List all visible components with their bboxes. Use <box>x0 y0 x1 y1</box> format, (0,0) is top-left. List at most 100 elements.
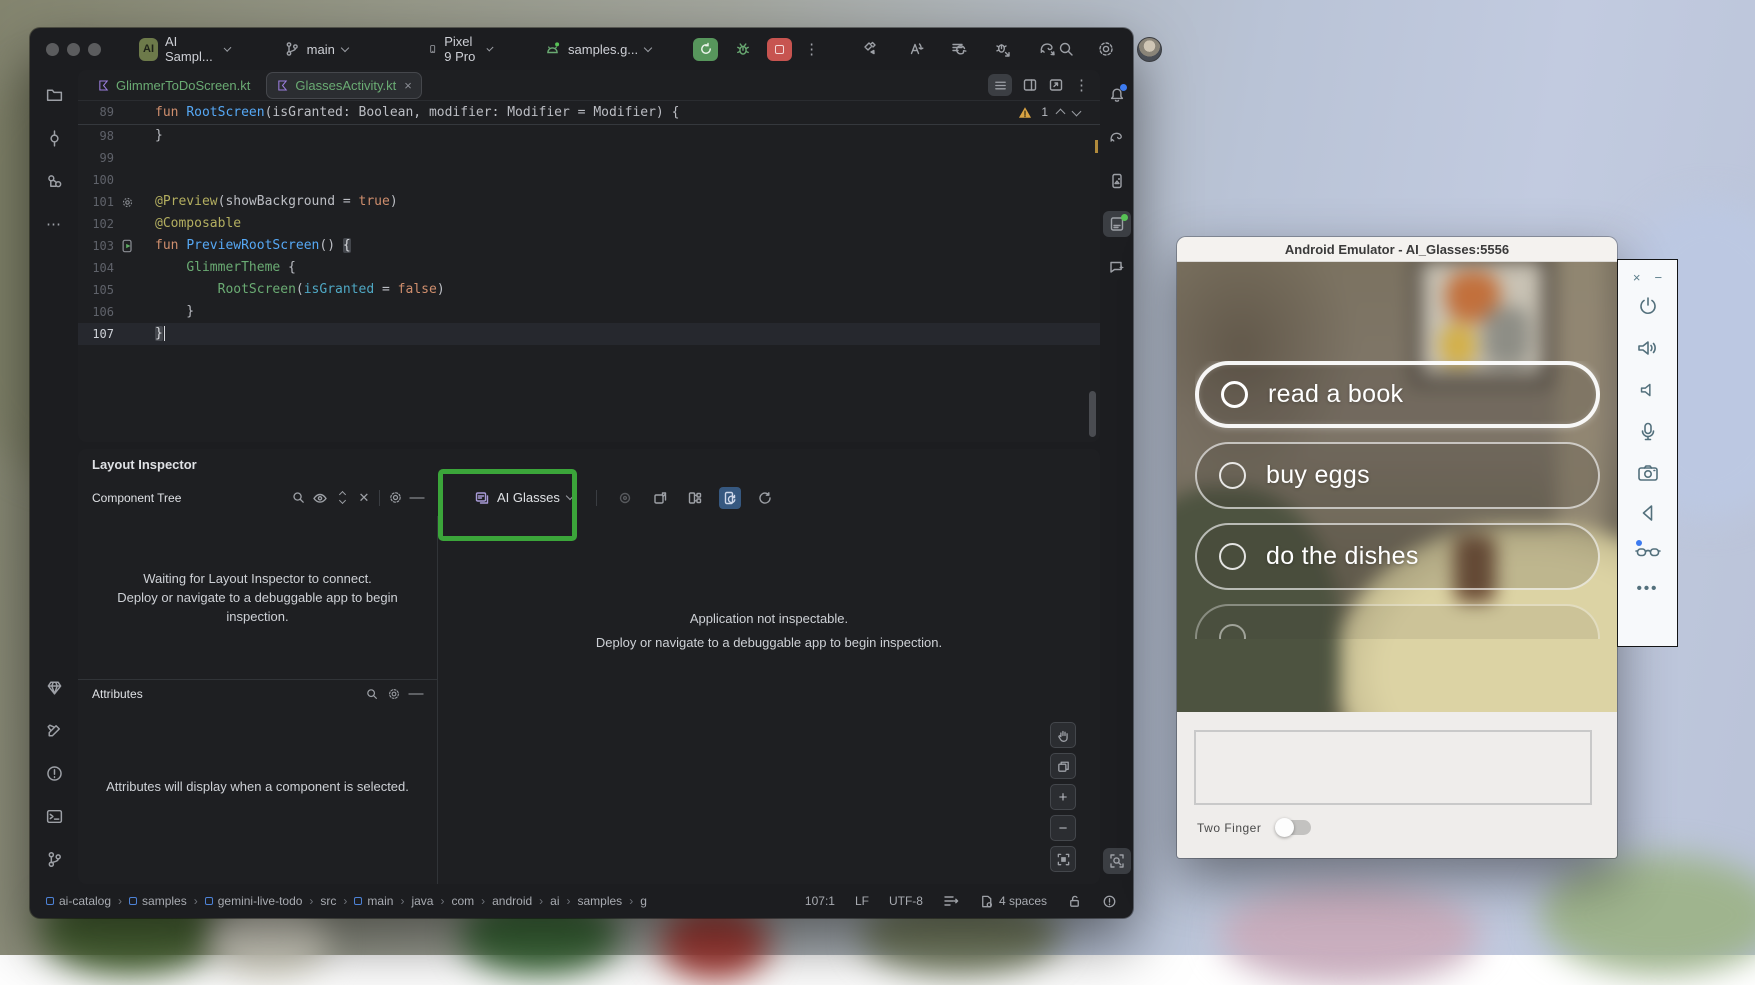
gradle-sync-icon[interactable] <box>1038 40 1057 58</box>
expand-collapse-icon[interactable] <box>331 487 353 509</box>
todo-radio-icon[interactable] <box>1219 543 1246 570</box>
apply-code-changes-icon[interactable] <box>950 40 968 58</box>
todo-item[interactable]: read a book <box>1195 361 1600 428</box>
code-editor[interactable]: 89fun RootScreen(isGranted: Boolean, mod… <box>78 101 1100 442</box>
build-tool-icon[interactable] <box>40 717 68 743</box>
tab-close-icon[interactable]: × <box>404 78 412 93</box>
attributes-hide-icon[interactable]: — <box>405 683 427 705</box>
code-line-89[interactable]: 89fun RootScreen(isGranted: Boolean, mod… <box>78 101 1100 125</box>
commit-tool-icon[interactable] <box>40 125 68 151</box>
code-line-101[interactable]: 101@Preview(showBackground = true) <box>78 191 1100 213</box>
todo-radio-icon[interactable] <box>1221 381 1248 408</box>
file-lock-icon[interactable] <box>1067 894 1082 909</box>
caret-position[interactable]: 107:1 <box>805 894 835 908</box>
volume-down-icon[interactable] <box>1636 378 1660 402</box>
tree-settings-gear-icon[interactable] <box>384 487 406 509</box>
code-line-104[interactable]: 104 GlimmerTheme { <box>78 257 1100 279</box>
code-line-103[interactable]: 103fun PreviewRootScreen() { <box>78 235 1100 257</box>
breadcrumb-ai-catalog[interactable]: ai-catalog <box>46 894 111 908</box>
stop-button[interactable] <box>767 38 792 61</box>
code-line-107[interactable]: 107} <box>78 323 1100 345</box>
code-line-105[interactable]: 105 RootScreen(isGranted = false) <box>78 279 1100 301</box>
more-controls-icon[interactable]: ••• <box>1637 580 1659 597</box>
breadcrumb-samples[interactable]: samples <box>129 894 187 908</box>
search-everywhere-icon[interactable] <box>1057 40 1075 58</box>
build-hammer-icon[interactable] <box>862 40 880 58</box>
rerun-button[interactable] <box>693 38 718 61</box>
problems-tool-icon[interactable] <box>40 760 68 786</box>
problems-indicator-icon[interactable] <box>1102 894 1117 909</box>
inspect-disabled-icon[interactable] <box>614 487 636 509</box>
indent-size[interactable]: 4 spaces <box>979 894 1047 909</box>
emulator-minimize-icon[interactable]: − <box>1655 270 1663 285</box>
hide-panel-icon[interactable]: — <box>406 487 428 509</box>
code-line-100[interactable]: 100 <box>78 169 1100 191</box>
breadcrumb-src[interactable]: src <box>320 894 336 908</box>
apply-changes-icon[interactable] <box>906 40 924 58</box>
snapshot-export-icon[interactable] <box>649 487 671 509</box>
smart-glasses-icon[interactable] <box>1635 542 1661 562</box>
tab-GlassesActivity.kt[interactable]: GlassesActivity.kt× <box>267 73 420 98</box>
device-selector[interactable]: Pixel 9 Pro <box>428 34 492 64</box>
run-options-kebab-icon[interactable]: ⋮ <box>804 40 820 58</box>
gemini-tool-icon[interactable] <box>1103 254 1131 280</box>
dependencies-tool-icon[interactable] <box>40 674 68 700</box>
running-devices-tool-icon[interactable] <box>1103 211 1131 237</box>
project-selector[interactable]: AI AI Sampl... <box>139 34 230 64</box>
todo-item[interactable]: buy eggs <box>1195 442 1600 509</box>
structure-tool-icon[interactable] <box>40 168 68 194</box>
branch-selector[interactable]: main <box>284 41 348 57</box>
settings-gear-icon[interactable] <box>1097 40 1115 58</box>
run-config-selector[interactable]: samples.g... <box>544 41 651 57</box>
gradle-tool-icon[interactable] <box>1103 125 1131 151</box>
tab-options-kebab-icon[interactable]: ⋮ <box>1074 76 1090 94</box>
debug-button[interactable] <box>730 38 755 61</box>
profile-avatar[interactable] <box>1137 37 1162 62</box>
zoom-out-icon[interactable]: − <box>1050 815 1076 841</box>
next-problem-icon[interactable] <box>1072 106 1082 116</box>
breadcrumb-gemini-live-todo[interactable]: gemini-live-todo <box>205 894 303 908</box>
line-separator[interactable]: LF <box>855 894 869 908</box>
gear-gutter-icon[interactable] <box>114 191 140 213</box>
attributes-gear-icon[interactable] <box>383 683 405 705</box>
version-control-tool-icon[interactable] <box>40 846 68 872</box>
terminal-tool-icon[interactable] <box>40 803 68 829</box>
run-gutter-icon[interactable] <box>114 235 140 257</box>
split-editor-icon[interactable] <box>1022 77 1038 93</box>
file-encoding[interactable]: UTF-8 <box>889 894 923 908</box>
detach-editor-icon[interactable] <box>1048 77 1064 93</box>
collapse-all-icon[interactable]: ✕ <box>353 487 375 509</box>
back-icon[interactable] <box>1637 502 1659 524</box>
two-finger-toggle[interactable] <box>1277 820 1311 835</box>
tab-GlimmerToDoScreen.kt[interactable]: GlimmerToDoScreen.kt <box>88 73 259 98</box>
close-window-icon[interactable] <box>46 43 59 56</box>
device-explorer-icon[interactable] <box>1103 168 1131 194</box>
macos-window-controls[interactable] <box>46 43 101 56</box>
zoom-fit-icon[interactable] <box>1050 846 1076 872</box>
breadcrumb-java[interactable]: java <box>411 894 433 908</box>
minimize-window-icon[interactable] <box>67 43 80 56</box>
code-line-98[interactable]: 98} <box>78 125 1100 147</box>
code-line-102[interactable]: 102@Composable <box>78 213 1100 235</box>
breadcrumb-main[interactable]: main <box>354 894 393 908</box>
notifications-bell-icon[interactable] <box>1103 82 1131 108</box>
breadcrumb-g[interactable]: g <box>640 894 647 908</box>
editor-scrollbar[interactable] <box>1089 391 1096 437</box>
visibility-eye-icon[interactable] <box>309 487 331 509</box>
trackpad-area[interactable] <box>1194 730 1592 805</box>
tab-list-icon[interactable] <box>988 74 1012 96</box>
emulator-screen[interactable]: read a book buy eggs do the dishes <box>1177 262 1617 712</box>
layers-2d3d-icon[interactable] <box>1050 753 1076 779</box>
volume-up-icon[interactable] <box>1635 336 1661 360</box>
todo-item[interactable]: do the dishes <box>1195 523 1600 590</box>
live-updates-toggle-icon[interactable] <box>719 487 741 509</box>
attributes-search-icon[interactable] <box>361 683 383 705</box>
camera-icon[interactable] <box>1636 462 1660 484</box>
emulator-title[interactable]: Android Emulator - AI_Glasses:5556 <box>1177 237 1617 262</box>
pan-hand-icon[interactable] <box>1050 722 1076 748</box>
breadcrumb-samples[interactable]: samples <box>578 894 623 908</box>
emulator-close-icon[interactable]: × <box>1633 270 1641 285</box>
project-tool-icon[interactable] <box>40 82 68 108</box>
zoom-window-icon[interactable] <box>88 43 101 56</box>
breadcrumb-com[interactable]: com <box>451 894 474 908</box>
